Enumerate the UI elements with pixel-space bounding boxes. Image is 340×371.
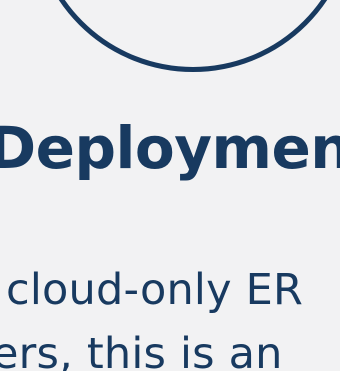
feature-description-line-1: cloud-only ER: [6, 265, 304, 315]
feature-title: Deployment: [0, 114, 340, 182]
feature-description-line-2: ers, this is an: [0, 329, 283, 371]
feature-description: cloud-only ER ers, this is an: [0, 258, 304, 371]
deployment-icon: [32, 0, 340, 72]
feature-card: Deployment cloud-only ER ers, this is an: [0, 0, 340, 371]
